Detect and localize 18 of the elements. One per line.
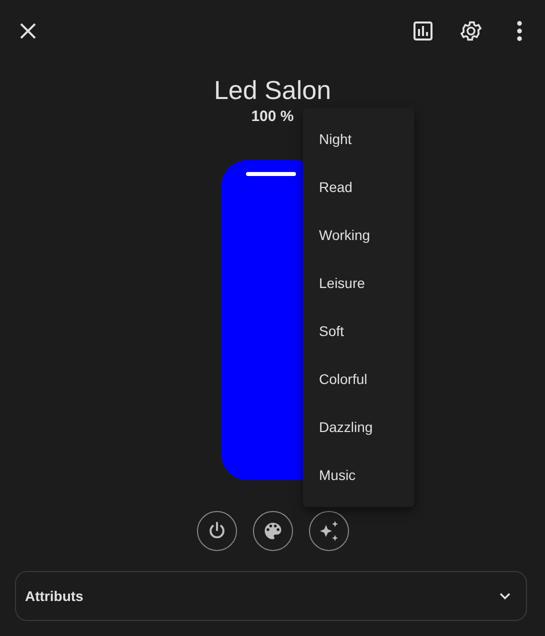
- brightness-reading: 100 %: [250, 108, 295, 126]
- menu-item[interactable]: Music: [303, 451, 414, 499]
- power-button[interactable]: [196, 511, 236, 551]
- menu-item[interactable]: Colorful: [303, 355, 414, 403]
- menu-item[interactable]: Soft: [303, 307, 414, 355]
- effects-button[interactable]: [308, 511, 348, 551]
- entity-title: Led Salon: [212, 74, 332, 106]
- settings-icon: [459, 19, 483, 43]
- menu-item[interactable]: Leisure: [303, 259, 414, 307]
- menu-item[interactable]: Dazzling: [303, 403, 414, 451]
- slider-handle[interactable]: [246, 172, 296, 176]
- bar-chart-icon: [411, 19, 435, 43]
- attributes-expander[interactable]: Attributs: [15, 571, 527, 621]
- more-icon: [516, 21, 522, 41]
- color-button[interactable]: [252, 511, 292, 551]
- menu-item[interactable]: Read: [303, 163, 414, 211]
- menu-item[interactable]: Night: [303, 115, 414, 163]
- menu-item[interactable]: Working: [303, 211, 414, 259]
